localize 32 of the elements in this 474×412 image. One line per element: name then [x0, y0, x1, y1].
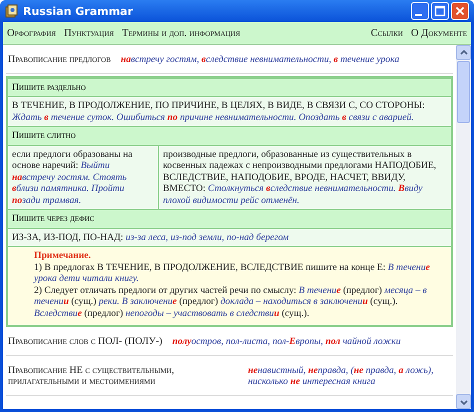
maximize-icon	[432, 3, 448, 19]
scroll-down-button[interactable]	[456, 394, 471, 409]
topic-heading: Правописание предлогов	[8, 54, 111, 66]
book-icon	[5, 4, 19, 18]
minimize-button[interactable]	[411, 2, 429, 20]
menu-item[interactable]: Ссылки	[370, 28, 403, 38]
scroll-up-button[interactable]	[456, 45, 471, 60]
rule-text: ИЗ-ЗА, ИЗ-ПОД, ПО-НАД: из-за леса, из-под земли, по-над берегом	[11, 230, 290, 244]
menu-item[interactable]: О Документе	[410, 28, 467, 38]
scroll-thumb[interactable]	[457, 61, 470, 123]
menu-item[interactable]: Термины и доп. информация	[122, 28, 240, 38]
section-header: Пишите раздельно	[8, 78, 451, 97]
menu-item[interactable]: Орфография	[7, 28, 56, 38]
rule-text: В ТЕЧЕНИЕ, В ПРОДОЛЖЕНИЕ, ПО ПРИЧИНЕ, В ЦЕЛЯХ, В ВИДЕ, В СВЯЗИ С, СО СТОРОНЫ: Ждать в течение суток. Ошибиться по причине невнимательности. Опоздать в связи с аварией.	[10, 99, 426, 124]
maximize-button[interactable]	[431, 2, 449, 20]
close-button[interactable]	[451, 2, 469, 20]
topic-heading: Правописание слов с ПОЛ- (ПОЛУ-)	[8, 336, 162, 348]
example-text: полуостров, пол-листа, пол-Европы, пол чайной ложки	[172, 336, 402, 348]
example-text: ненавистный, неправда, (не правда, а ложь), нисколько не интересная книга	[248, 364, 435, 388]
note-title: Примечание.	[34, 250, 92, 262]
section-header: Пишите слитно	[8, 126, 451, 146]
chevron-up-icon	[458, 48, 468, 58]
minimize-icon	[414, 14, 422, 16]
table-cell-text: если предлоги образованы на основе наречий: Выйти навстречу гостям. Стоять вблизи памятника. Пройти позади трамвая.	[11, 148, 134, 208]
section-header: Пишите через дефис	[8, 209, 451, 228]
example-text: навстречу гостям, вследствие невнимательности, в течение урока	[120, 54, 400, 66]
menu-item[interactable]: Пунктуация	[64, 28, 114, 38]
note-text: 2) Следует отличать предлоги от других частей речи по смыслу: В течение (предлог) месяца – в течении (сущ.) реки. В заключение (предлог) доклада – находиться в заключении (сущ.). Вследствие (предлог) непогоды – участвовать в следствии (сущ.).	[34, 284, 428, 319]
window-title: Russian Grammar	[23, 4, 134, 18]
note-text: 1) В предлогах В ТЕЧЕНИЕ, В ПРОДОЛЖЕНИЕ, ВСЛЕДСТВИЕ пишите на конце Е: В течение урока дети читали книгу.	[34, 262, 431, 284]
topic-heading: Правописание НЕ с существительными, прилагательными и местоимениями	[8, 364, 176, 388]
scrollbar[interactable]	[456, 45, 471, 409]
